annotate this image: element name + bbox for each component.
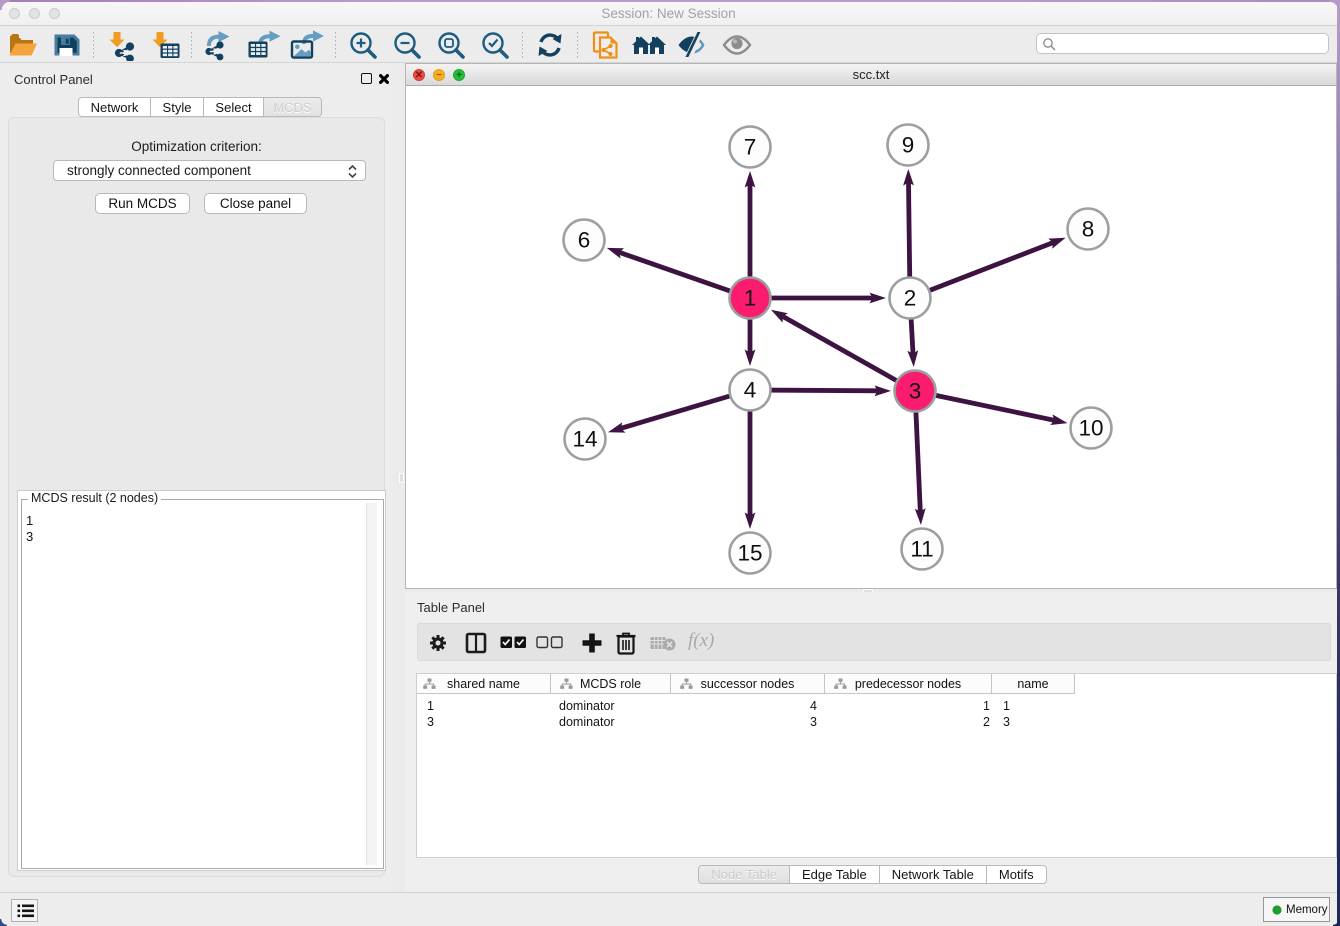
- svg-text:3: 3: [909, 379, 922, 404]
- svg-text:14: 14: [572, 427, 597, 452]
- svg-text:6: 6: [578, 228, 591, 253]
- svg-text:9: 9: [902, 133, 915, 158]
- svg-text:7: 7: [744, 135, 757, 160]
- svg-text:8: 8: [1082, 217, 1095, 242]
- svg-text:10: 10: [1078, 416, 1103, 441]
- svg-text:4: 4: [744, 378, 757, 403]
- svg-text:11: 11: [910, 537, 933, 562]
- svg-text:1: 1: [744, 286, 757, 311]
- svg-text:15: 15: [737, 541, 762, 566]
- svg-text:2: 2: [904, 286, 917, 311]
